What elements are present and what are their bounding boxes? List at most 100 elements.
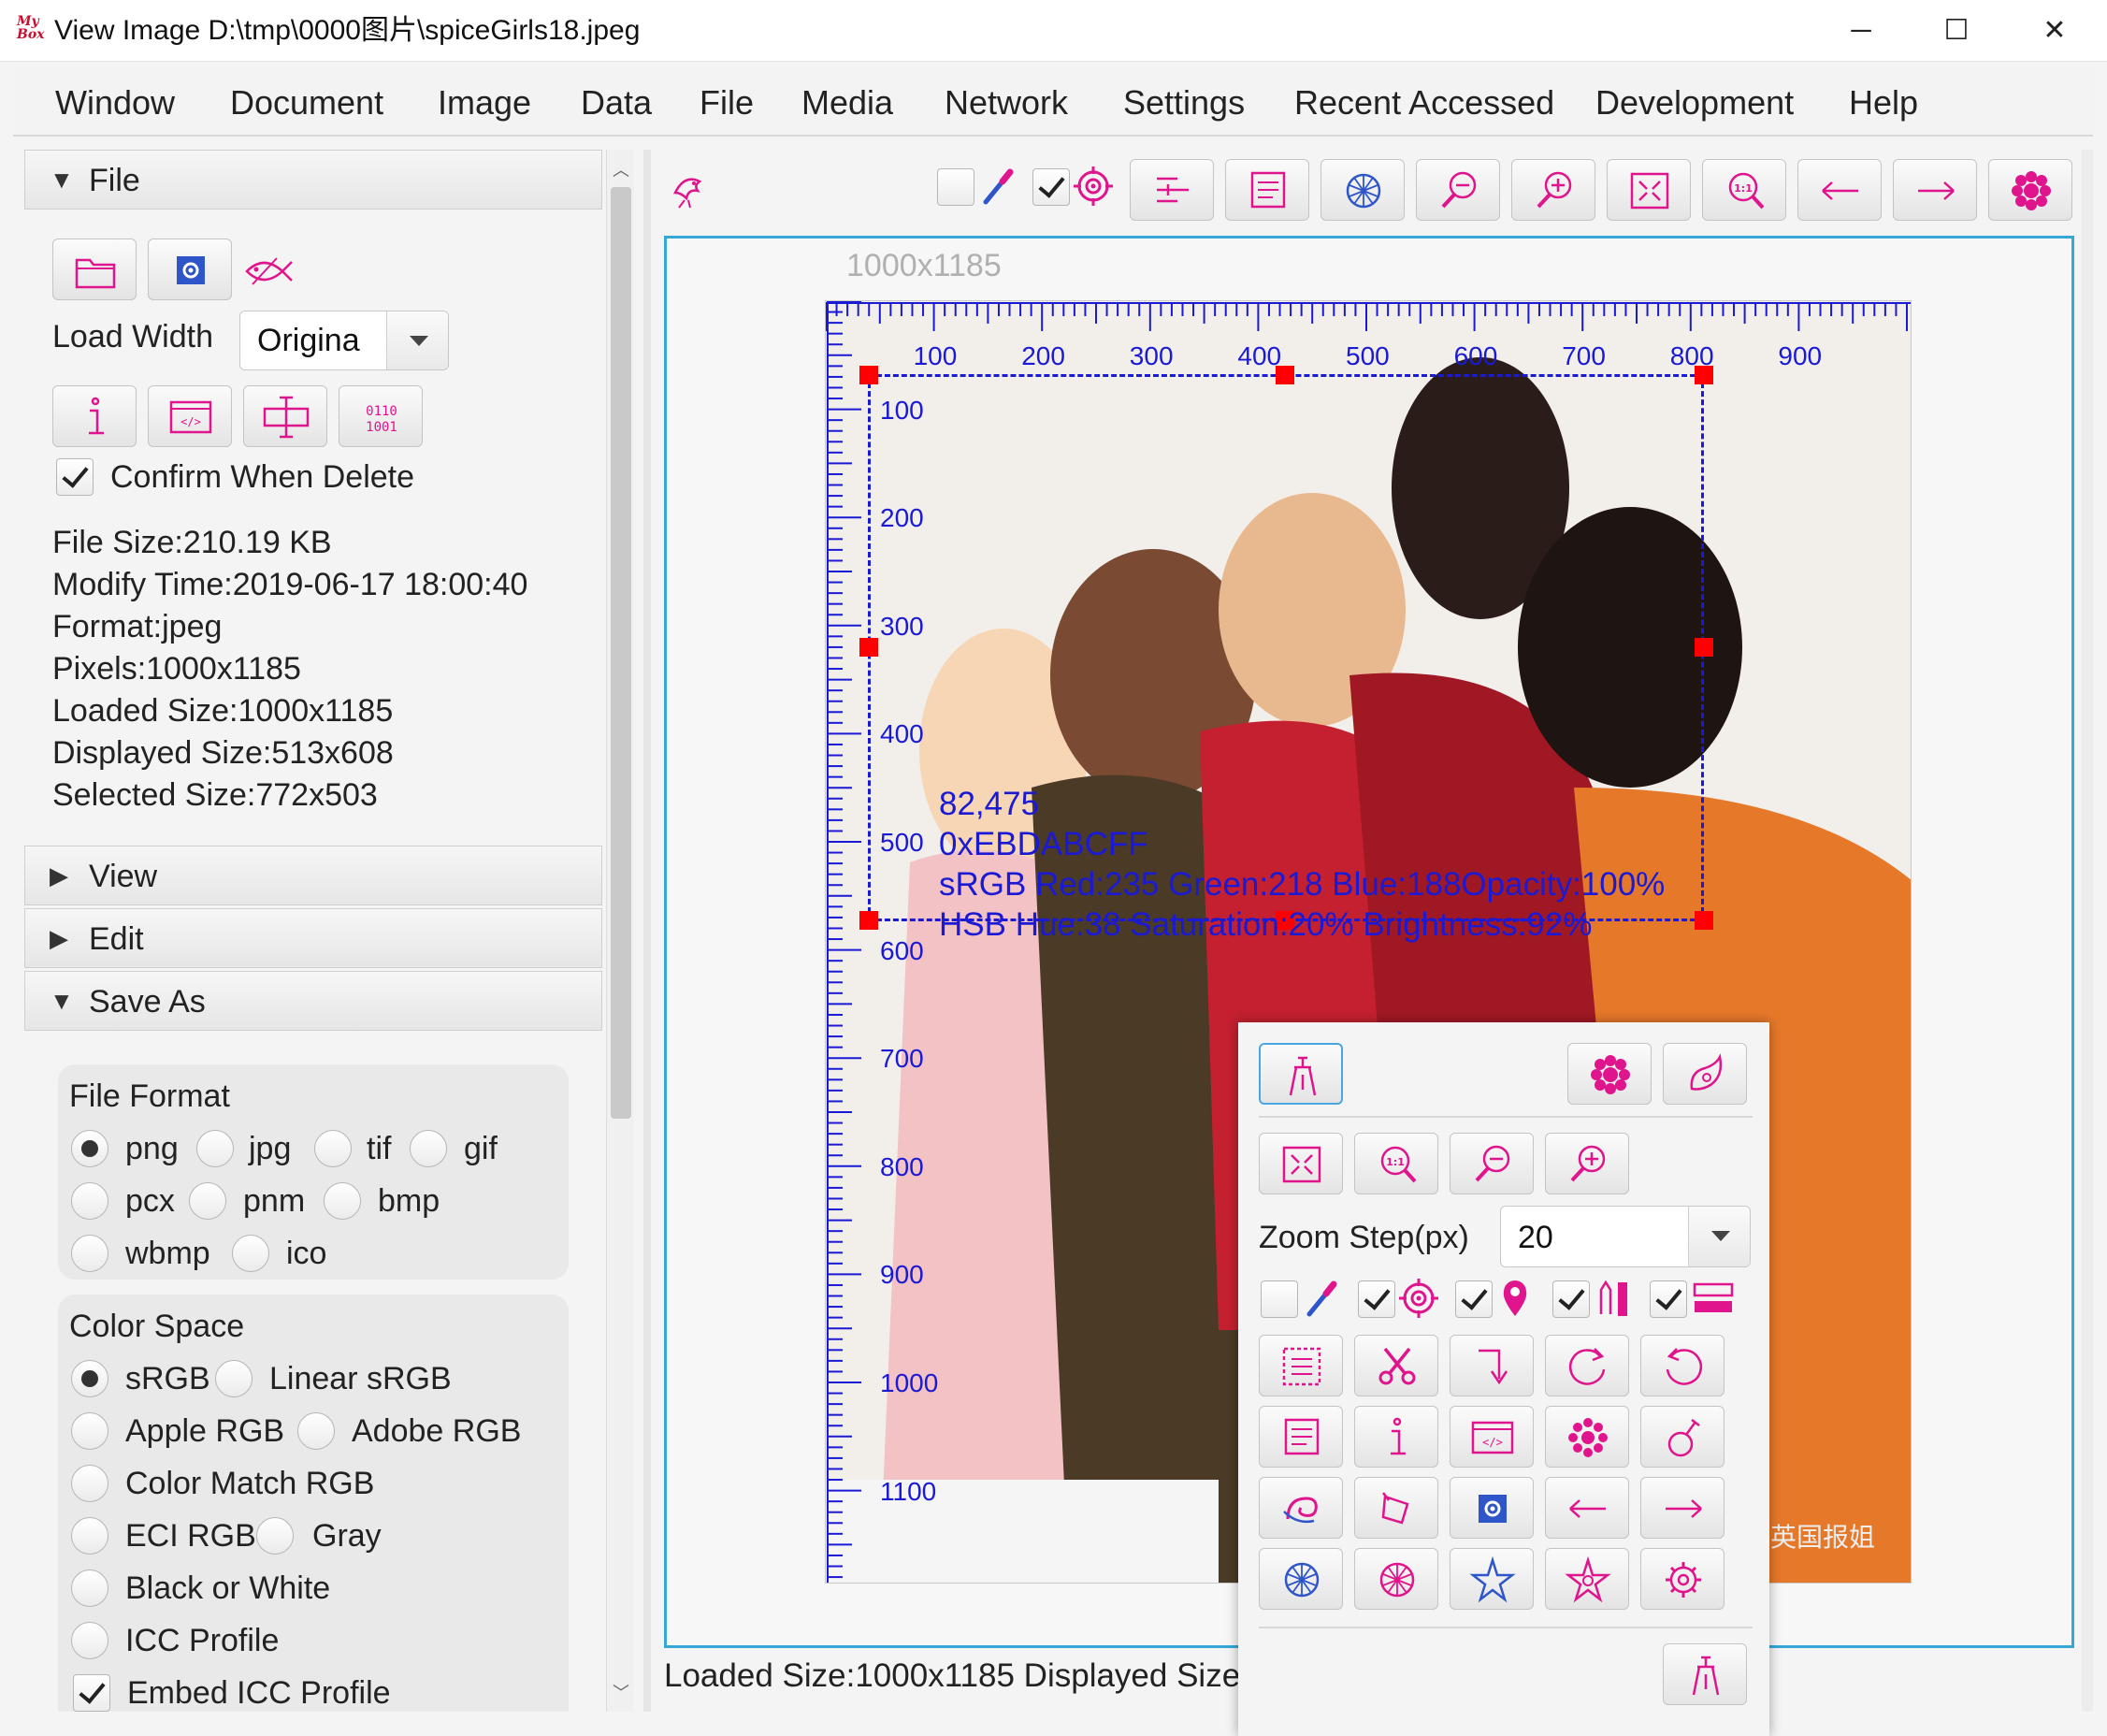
popup-html-button[interactable]: </> xyxy=(1450,1406,1534,1468)
colorspace-gray-radio[interactable] xyxy=(256,1517,294,1555)
popup-palette-button[interactable] xyxy=(1545,1406,1629,1468)
edit-section-header[interactable]: ▶ Edit xyxy=(24,908,602,968)
save-as-section-header[interactable]: ▼ Save As xyxy=(24,971,602,1031)
popup-star-pink-button[interactable] xyxy=(1545,1548,1629,1610)
colorspace-icc-radio[interactable] xyxy=(71,1622,108,1659)
colorspace-bw-radio[interactable] xyxy=(71,1570,108,1607)
popup-next-button[interactable] xyxy=(1640,1477,1725,1539)
menu-document[interactable]: Document xyxy=(230,84,383,122)
popup-flip-button[interactable] xyxy=(1450,1335,1534,1396)
colorspace-apple-rgb-radio[interactable] xyxy=(71,1412,108,1450)
zoom-step-combo[interactable]: 20 xyxy=(1500,1206,1751,1267)
format-gif-radio[interactable] xyxy=(410,1130,447,1167)
popup-style-button[interactable] xyxy=(1663,1043,1747,1105)
palette-button[interactable] xyxy=(1320,159,1405,221)
format-pcx-radio[interactable] xyxy=(71,1182,108,1220)
format-ico-radio[interactable] xyxy=(232,1235,269,1272)
selection-handle-left[interactable] xyxy=(859,638,878,657)
selection-handle-bottom-right[interactable] xyxy=(1695,911,1713,930)
confirm-delete-checkbox[interactable] xyxy=(56,458,94,496)
popup-texture-button[interactable] xyxy=(1354,1548,1438,1610)
colorspace-eci-rgb-radio[interactable] xyxy=(71,1517,108,1555)
left-panel-scrollbar[interactable]: ︿ ﹀ xyxy=(606,150,634,1712)
popup-grid-checkbox[interactable] xyxy=(1650,1280,1687,1318)
menu-list-button[interactable] xyxy=(1225,159,1309,221)
scroll-up-icon[interactable]: ︿ xyxy=(613,157,629,181)
popup-crop-button[interactable] xyxy=(1354,1335,1438,1396)
menu-network[interactable]: Network xyxy=(945,84,1068,122)
info-button[interactable] xyxy=(52,385,137,447)
popup-pattern-button[interactable] xyxy=(1259,1548,1343,1610)
settings-button[interactable] xyxy=(148,239,232,300)
paste-button[interactable] xyxy=(1130,159,1214,221)
menu-image[interactable]: Image xyxy=(438,84,531,122)
chevron-down-icon[interactable] xyxy=(1688,1207,1750,1266)
popup-rotate-left-button[interactable] xyxy=(1640,1335,1725,1396)
selection-handle-right[interactable] xyxy=(1695,638,1713,657)
previous-button[interactable] xyxy=(1797,159,1882,221)
view-section-header[interactable]: ▶ View xyxy=(24,846,602,905)
menu-data[interactable]: Data xyxy=(581,84,652,122)
colorspace-adobe-rgb-radio[interactable] xyxy=(297,1412,335,1450)
binary-button[interactable]: 0110 1001 xyxy=(339,385,423,447)
fit-size-button[interactable] xyxy=(1607,159,1691,221)
popup-info-button[interactable] xyxy=(1354,1406,1438,1468)
popup-zoom-out-button[interactable] xyxy=(1450,1133,1534,1194)
popup-coordinate-checkbox[interactable] xyxy=(1455,1280,1493,1318)
chevron-down-icon[interactable] xyxy=(386,311,448,369)
menu-file[interactable]: File xyxy=(700,84,754,122)
zoom-in-button[interactable] xyxy=(1511,159,1595,221)
menu-settings[interactable]: Settings xyxy=(1123,84,1245,122)
popup-settings-button[interactable] xyxy=(1450,1477,1534,1539)
format-bmp-radio[interactable] xyxy=(324,1182,361,1220)
zoom-out-button[interactable] xyxy=(1416,159,1500,221)
menu-window[interactable]: Window xyxy=(55,84,175,122)
file-section-header[interactable]: ▼ File xyxy=(24,150,602,210)
popup-gear-button[interactable] xyxy=(1640,1548,1725,1610)
html-button[interactable]: </> xyxy=(148,385,232,447)
popup-effects-button[interactable] xyxy=(1640,1406,1725,1468)
maximize-button[interactable]: ☐ xyxy=(1924,9,1989,52)
popup-pin-bottom-button[interactable] xyxy=(1663,1643,1747,1705)
pick-color-checkbox[interactable] xyxy=(937,168,974,206)
popup-rotate-right-button[interactable] xyxy=(1545,1335,1629,1396)
colorspace-linear-srgb-radio[interactable] xyxy=(215,1360,253,1397)
popup-pick-color-checkbox[interactable] xyxy=(1261,1280,1298,1318)
scroll-down-icon[interactable]: ﹀ xyxy=(613,1680,629,1704)
close-button[interactable]: ✕ xyxy=(2022,9,2087,52)
menu-media[interactable]: Media xyxy=(801,84,893,122)
minimize-button[interactable]: ─ xyxy=(1828,9,1894,52)
popup-select-all-button[interactable] xyxy=(1259,1335,1343,1396)
popup-functions-button[interactable] xyxy=(1567,1043,1652,1105)
original-size-button[interactable]: 1:1 xyxy=(1702,159,1786,221)
format-wbmp-radio[interactable] xyxy=(71,1235,108,1272)
popup-swirl-button[interactable] xyxy=(1259,1477,1343,1539)
popup-paint-button[interactable] xyxy=(1354,1477,1438,1539)
load-width-combo[interactable]: Origina xyxy=(239,311,449,370)
format-tif-radio[interactable] xyxy=(314,1130,352,1167)
metadata-button[interactable] xyxy=(243,385,327,447)
colorspace-colormatch-radio[interactable] xyxy=(71,1465,108,1502)
embed-icc-checkbox[interactable] xyxy=(73,1674,110,1712)
popup-select-area-checkbox[interactable] xyxy=(1358,1280,1395,1318)
panel-splitter[interactable] xyxy=(643,150,651,1712)
menu-development[interactable]: Development xyxy=(1595,84,1794,122)
popup-original-size-button[interactable]: 1:1 xyxy=(1354,1133,1438,1194)
next-button[interactable] xyxy=(1893,159,1977,221)
popup-rulers-checkbox[interactable] xyxy=(1552,1280,1590,1318)
format-png-radio[interactable] xyxy=(71,1130,108,1167)
format-pnm-radio[interactable] xyxy=(189,1182,226,1220)
more-functions-button[interactable] xyxy=(1988,159,2072,221)
menu-recent-accessed[interactable]: Recent Accessed xyxy=(1294,84,1554,122)
popup-zoom-in-button[interactable] xyxy=(1545,1133,1629,1194)
open-folder-button[interactable] xyxy=(52,239,137,300)
popup-previous-button[interactable] xyxy=(1545,1477,1629,1539)
colorspace-srgb-radio[interactable] xyxy=(71,1360,108,1397)
selection-handle-top-left[interactable] xyxy=(859,366,878,384)
scroll-thumb[interactable] xyxy=(611,187,631,1119)
popup-fit-button[interactable] xyxy=(1259,1133,1343,1194)
popup-star-button[interactable] xyxy=(1450,1548,1534,1610)
popup-menu-list-button[interactable] xyxy=(1259,1406,1343,1468)
pin-button[interactable] xyxy=(1259,1043,1343,1105)
selection-handle-bottom-left[interactable] xyxy=(859,911,878,930)
